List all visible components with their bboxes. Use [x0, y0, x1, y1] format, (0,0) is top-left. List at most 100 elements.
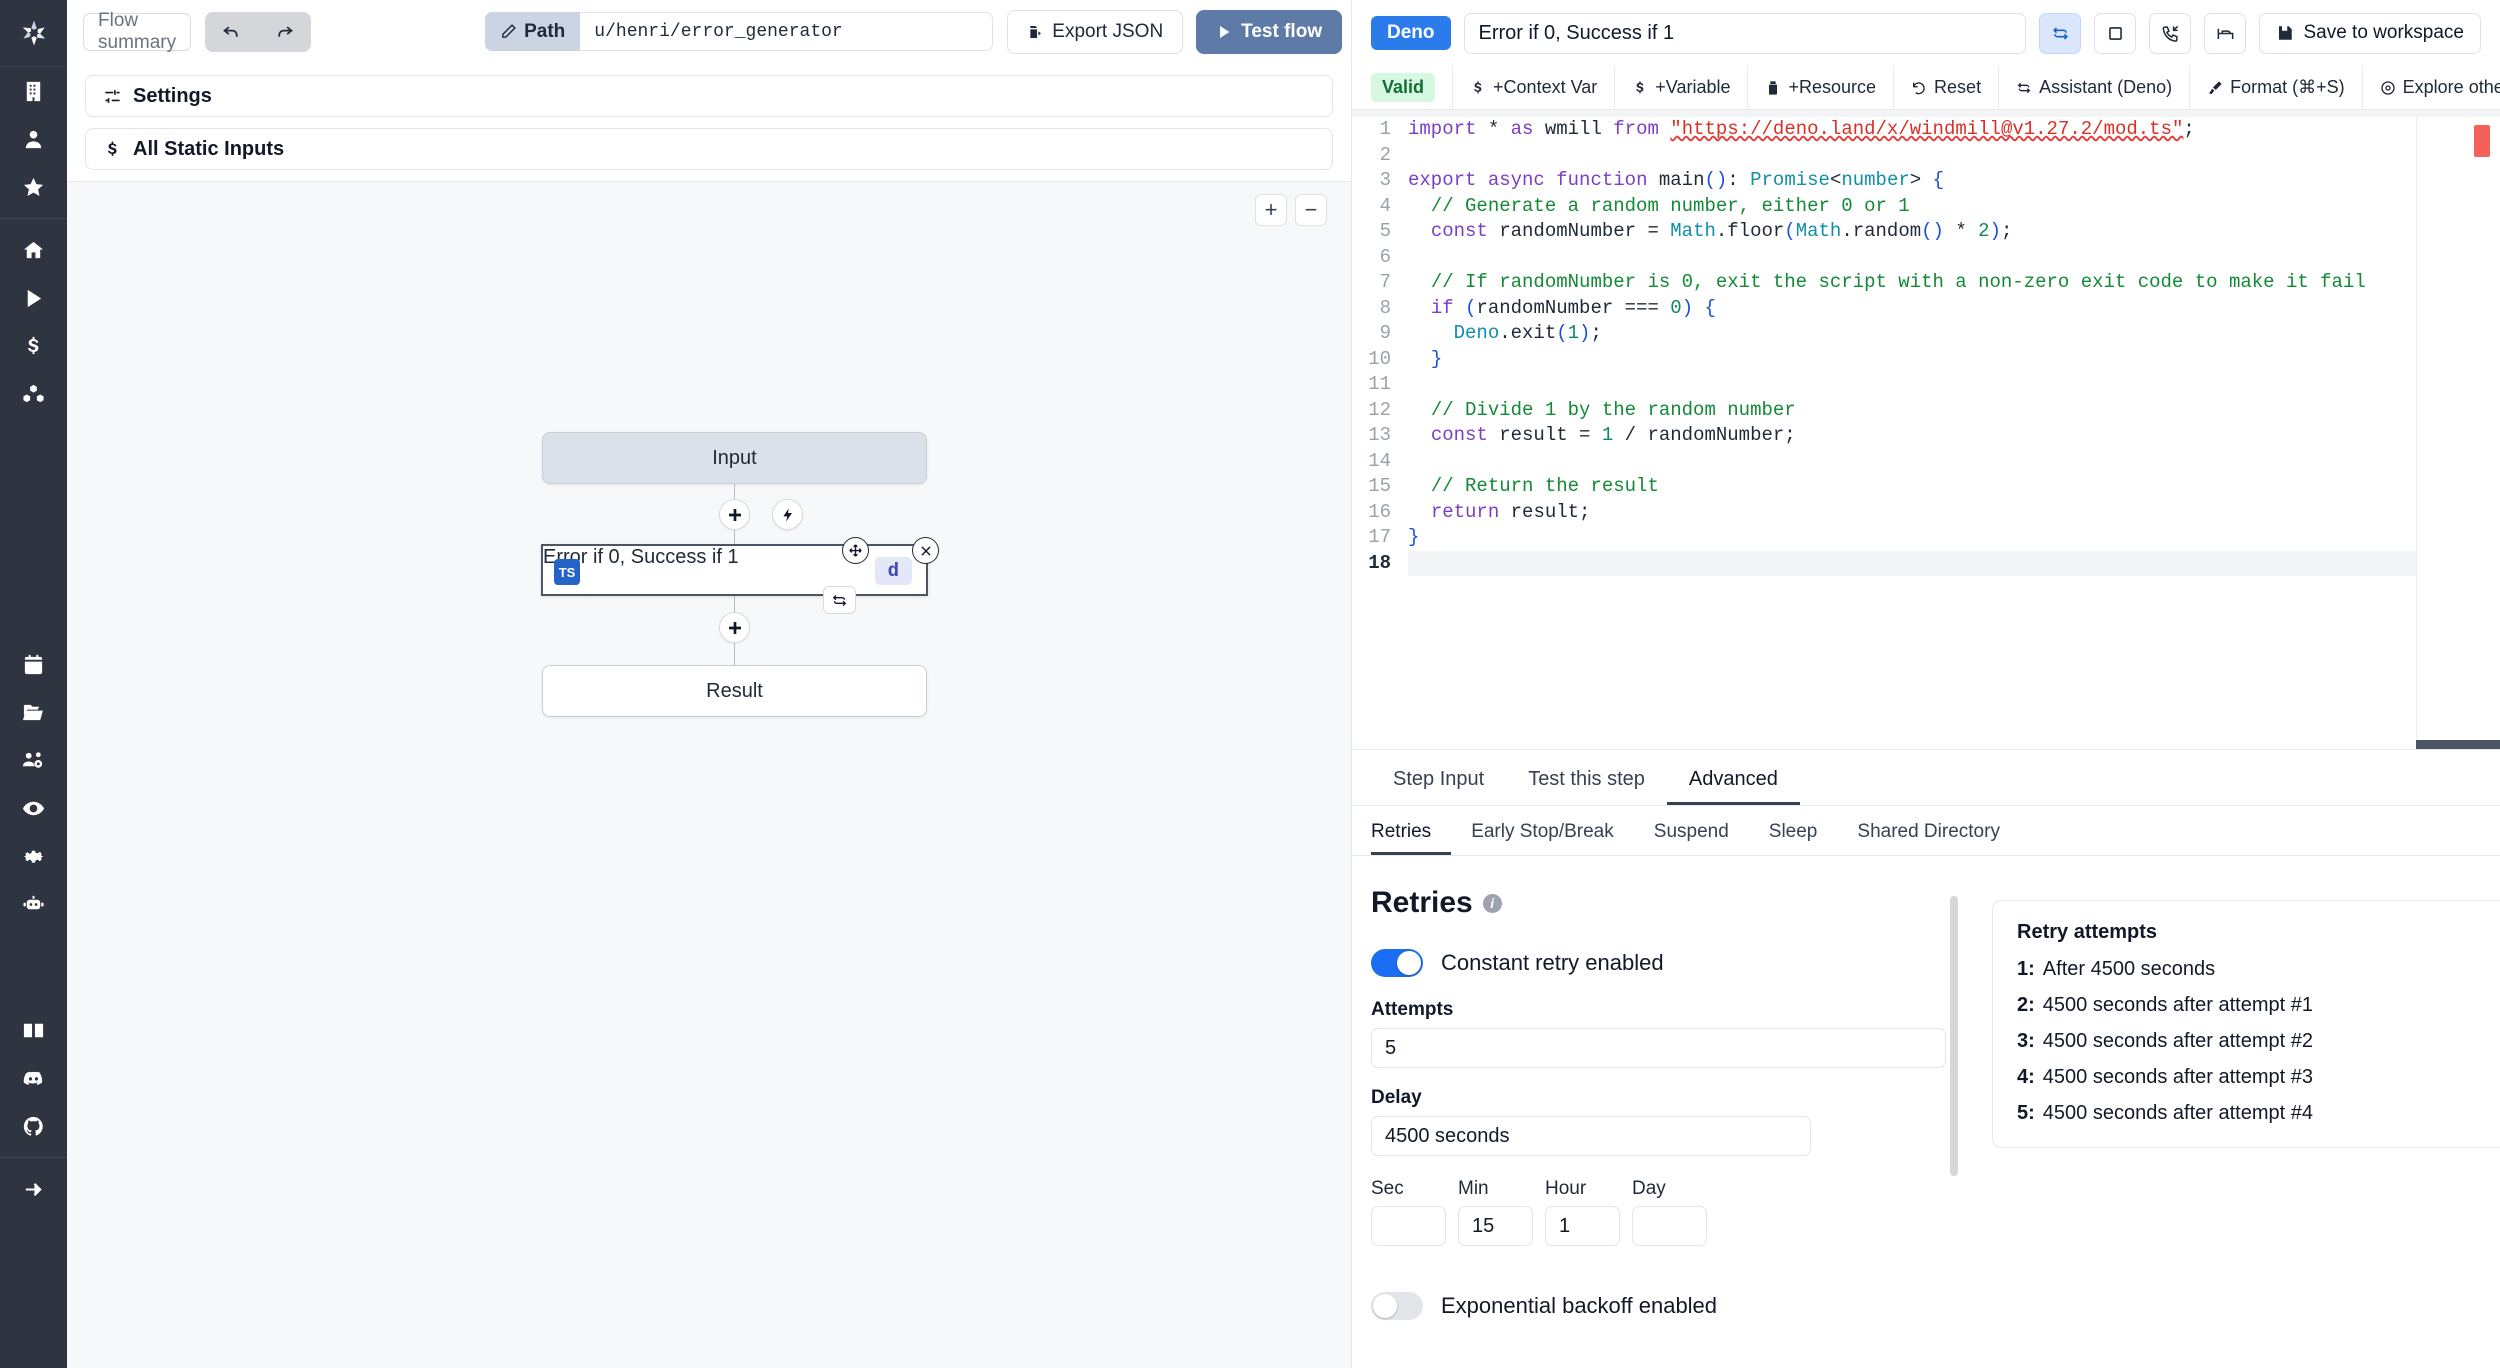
flow-node-result[interactable]: Result	[542, 665, 927, 717]
path-field-group: Path u/henri/error_generator	[485, 12, 994, 51]
sidebar-item-user[interactable]	[0, 115, 67, 163]
flow-canvas[interactable]: + − Input TS Error if 0, Success if 1 d	[67, 181, 1351, 1368]
format-label: Format (⌘+S)	[2230, 77, 2345, 97]
sidebar-item-runs[interactable]	[0, 274, 67, 322]
retry-attempt-item: 4: 4500 seconds after attempt #3	[2017, 1066, 2500, 1089]
sidebar-item-workers[interactable]	[0, 880, 67, 928]
zoom-out-button[interactable]: −	[1295, 194, 1327, 226]
redo-button[interactable]	[258, 12, 311, 52]
retry-attempt-text: 4500 seconds after attempt #4	[2042, 1102, 2313, 1124]
sidebar-item-github[interactable]	[0, 1102, 67, 1150]
retries-icon-button[interactable]	[2039, 12, 2082, 54]
add-context-var-button[interactable]: +Context Var	[1453, 66, 1616, 109]
export-icon	[1030, 25, 1042, 38]
add-variable-button[interactable]: +Variable	[1615, 66, 1749, 109]
flow-node-input[interactable]: Input	[542, 432, 927, 484]
sleep-icon-button[interactable]	[2204, 12, 2247, 54]
retry-attempt-item: 2: 4500 seconds after attempt #1	[2017, 994, 2500, 1017]
tab-advanced[interactable]: Advanced	[1666, 768, 1800, 805]
sidebar-item-schedules[interactable]	[0, 640, 67, 688]
tab-step-input[interactable]: Step Input	[1371, 768, 1506, 805]
sidebar-item-favorites[interactable]	[0, 163, 67, 211]
step-retry-indicator[interactable]	[823, 586, 856, 614]
assistant-icon	[2017, 82, 2031, 93]
attempts-input[interactable]: 5	[1371, 1028, 1946, 1068]
export-json-button[interactable]: Export JSON	[1007, 9, 1184, 54]
assistant-button[interactable]: Assistant (Deno)	[1999, 66, 2191, 109]
pencil-icon	[502, 24, 516, 38]
unit-hour-input[interactable]: 1	[1545, 1206, 1620, 1246]
unit-min-input[interactable]: 15	[1458, 1206, 1533, 1246]
code-text[interactable]: import * as wmill from "https://deno.lan…	[1402, 117, 2500, 576]
sidebar-item-workspace[interactable]	[0, 67, 67, 115]
format-button[interactable]: Format (⌘+S)	[2190, 66, 2363, 109]
info-icon[interactable]: i	[1482, 893, 1502, 913]
static-inputs-accordion[interactable]: All Static Inputs	[85, 128, 1333, 170]
suspend-icon-button[interactable]	[2149, 12, 2192, 54]
sidebar-item-settings[interactable]	[0, 832, 67, 880]
sidebar-item-discord[interactable]	[0, 1054, 67, 1102]
sidebar-gap-2	[0, 928, 67, 1006]
settings-accordion[interactable]: Settings	[85, 75, 1333, 117]
insert-trigger-button[interactable]	[772, 499, 803, 530]
sidebar-item-docs[interactable]	[0, 1006, 67, 1054]
move-step-handle[interactable]	[842, 537, 869, 564]
code-line: if (randomNumber === 0) {	[1430, 296, 1716, 319]
unit-min-value: 15	[1472, 1214, 1495, 1237]
add-context-var-label: +Context Var	[1493, 77, 1598, 97]
subtab-retries[interactable]: Retries	[1371, 821, 1452, 855]
subtab-sleep[interactable]: Sleep	[1749, 821, 1838, 855]
explore-other-scripts-button[interactable]: Explore other s	[2363, 66, 2500, 109]
windmill-logo-icon[interactable]	[0, 0, 67, 67]
app-root: Flow summary Path u/henri/error_generato…	[0, 0, 2500, 1368]
sidebar-item-audit-logs[interactable]	[0, 784, 67, 832]
code-editor[interactable]: 1 2 3 4 5 6 7 8 9 10 11 12 13 14 15 16 1	[1352, 110, 2500, 750]
subtab-early-stop-break[interactable]: Early Stop/Break	[1451, 821, 1634, 855]
sidebar-item-folders[interactable]	[0, 688, 67, 736]
editor-toolbar: Valid +Context Var +Variable +Resource R…	[1352, 66, 2500, 110]
line-number: 10	[1368, 347, 1391, 370]
sidebar-item-home[interactable]	[0, 226, 67, 274]
redo-icon	[278, 26, 294, 37]
unit-sec-input[interactable]	[1371, 1206, 1446, 1246]
horizontal-scrollbar[interactable]	[2416, 740, 2500, 749]
undo-button[interactable]	[205, 12, 258, 52]
sidebar-item-expand[interactable]	[0, 1165, 67, 1213]
sidebar-item-variables[interactable]	[0, 322, 67, 370]
line-number: 11	[1368, 373, 1391, 395]
script-name-input[interactable]: Error if 0, Success if 1	[1463, 12, 2027, 54]
left-sidebar	[0, 0, 67, 1368]
robot-icon	[23, 895, 44, 909]
path-label[interactable]: Path	[485, 12, 581, 51]
exponential-backoff-toggle[interactable]	[1371, 1292, 1423, 1320]
retry-icon	[832, 594, 847, 606]
sidebar-item-groups[interactable]	[0, 736, 67, 784]
delay-input[interactable]: 4500 seconds	[1371, 1116, 1811, 1156]
zoom-in-button[interactable]: +	[1255, 194, 1287, 226]
retry-attempt-index: 3:	[2017, 1030, 2035, 1052]
save-to-workspace-button[interactable]: Save to workspace	[2259, 12, 2481, 54]
building-icon	[26, 81, 41, 101]
early-stop-icon-button[interactable]	[2094, 12, 2137, 54]
editor-minimap[interactable]	[2416, 117, 2500, 749]
insert-step-button-bottom[interactable]	[719, 612, 750, 643]
test-flow-button[interactable]: Test flow	[1196, 9, 1343, 54]
unit-day-input[interactable]	[1632, 1206, 1707, 1246]
test-flow-label: Test flow	[1241, 20, 1323, 42]
sidebar-item-resources[interactable]	[0, 370, 67, 418]
editor-top-strip	[1352, 110, 2500, 117]
flow-summary-input[interactable]: Flow summary	[83, 10, 192, 53]
subtab-suspend[interactable]: Suspend	[1634, 821, 1749, 855]
subtab-shared-directory[interactable]: Shared Directory	[1837, 821, 2020, 855]
constant-retry-toggle[interactable]	[1371, 949, 1423, 977]
flow-node-step[interactable]: TS Error if 0, Success if 1 d	[541, 544, 928, 596]
reset-button[interactable]: Reset	[1894, 66, 2000, 109]
tab-test-this-step[interactable]: Test this step	[1506, 768, 1667, 805]
add-resource-button[interactable]: +Resource	[1748, 66, 1895, 109]
delete-step-button[interactable]	[912, 537, 939, 564]
insert-step-button-top[interactable]	[719, 499, 750, 530]
path-input[interactable]: u/henri/error_generator	[580, 12, 994, 51]
